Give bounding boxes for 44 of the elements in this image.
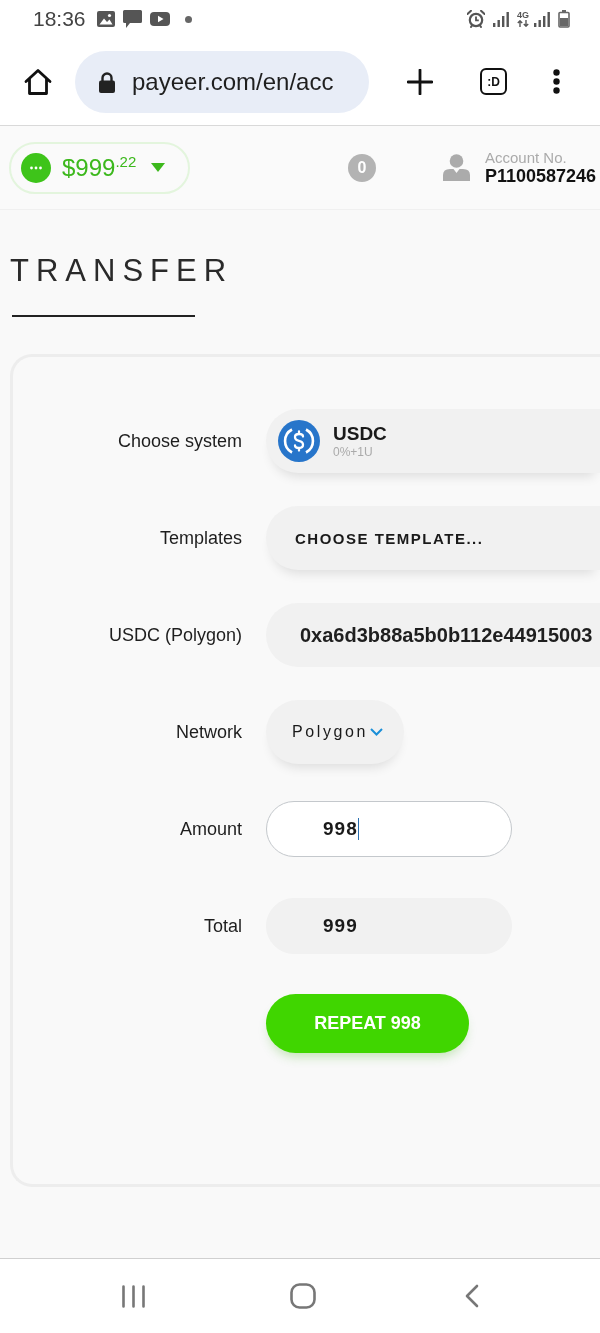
address-bar[interactable]: payeer.com/en/acc xyxy=(75,50,369,113)
system-name: USDC xyxy=(333,422,387,445)
plus-icon[interactable] xyxy=(407,68,433,95)
wallet-address-field[interactable]: 0xa6d3b88a5b0b112e44915003 xyxy=(266,603,600,667)
balance-amount: $999$^{.22}$ xyxy=(62,155,137,180)
back-icon[interactable] xyxy=(465,1284,479,1308)
amount-field[interactable]: 998 xyxy=(266,801,512,857)
text-cursor-icon xyxy=(357,818,360,840)
network-dropdown[interactable]: Polygon xyxy=(266,700,404,764)
template-selector[interactable]: CHOOSE TEMPLATE... xyxy=(266,506,600,570)
status-time: 18:36 xyxy=(33,7,86,31)
data-arrows-icon xyxy=(517,20,529,27)
payment-system-selector[interactable]: USDC 0%+1U xyxy=(266,409,600,473)
lock-icon xyxy=(98,70,116,93)
gallery-icon xyxy=(96,11,115,27)
more-dots-icon xyxy=(21,152,51,183)
field-label: Choose system xyxy=(117,430,242,452)
field-label: Network xyxy=(176,721,242,743)
network-type-label: 4G xyxy=(517,11,529,20)
more-menu-icon[interactable] xyxy=(553,69,560,94)
chat-icon xyxy=(122,10,142,28)
battery-icon xyxy=(558,10,570,28)
total-field: 999 xyxy=(266,898,512,954)
account-number: P1100587246 xyxy=(485,166,597,186)
recent-apps-icon[interactable] xyxy=(122,1284,145,1308)
account-label: Account No. xyxy=(485,149,568,166)
dot-icon xyxy=(184,15,192,23)
signal-icon xyxy=(493,11,509,27)
nav-home-icon[interactable] xyxy=(290,1283,316,1309)
system-fee: 0%+1U xyxy=(333,444,374,460)
page-title: TRANSFER xyxy=(10,252,234,290)
video-play-icon xyxy=(149,12,170,26)
field-label: Templates xyxy=(159,527,242,549)
field-label: Amount xyxy=(179,818,242,840)
alarm-clock-icon xyxy=(467,10,485,28)
dollar-coin-icon xyxy=(278,420,320,462)
url-text: payeer.com/en/acc xyxy=(132,67,334,96)
home-icon[interactable] xyxy=(24,67,52,96)
tab-switcher-button[interactable]: :D xyxy=(480,68,507,95)
field-label: Total xyxy=(203,915,242,937)
signal-icon xyxy=(534,11,550,27)
caret-down-icon xyxy=(151,163,166,172)
chevron-down-icon xyxy=(370,728,384,736)
field-label: USDC (Polygon) xyxy=(108,624,242,646)
